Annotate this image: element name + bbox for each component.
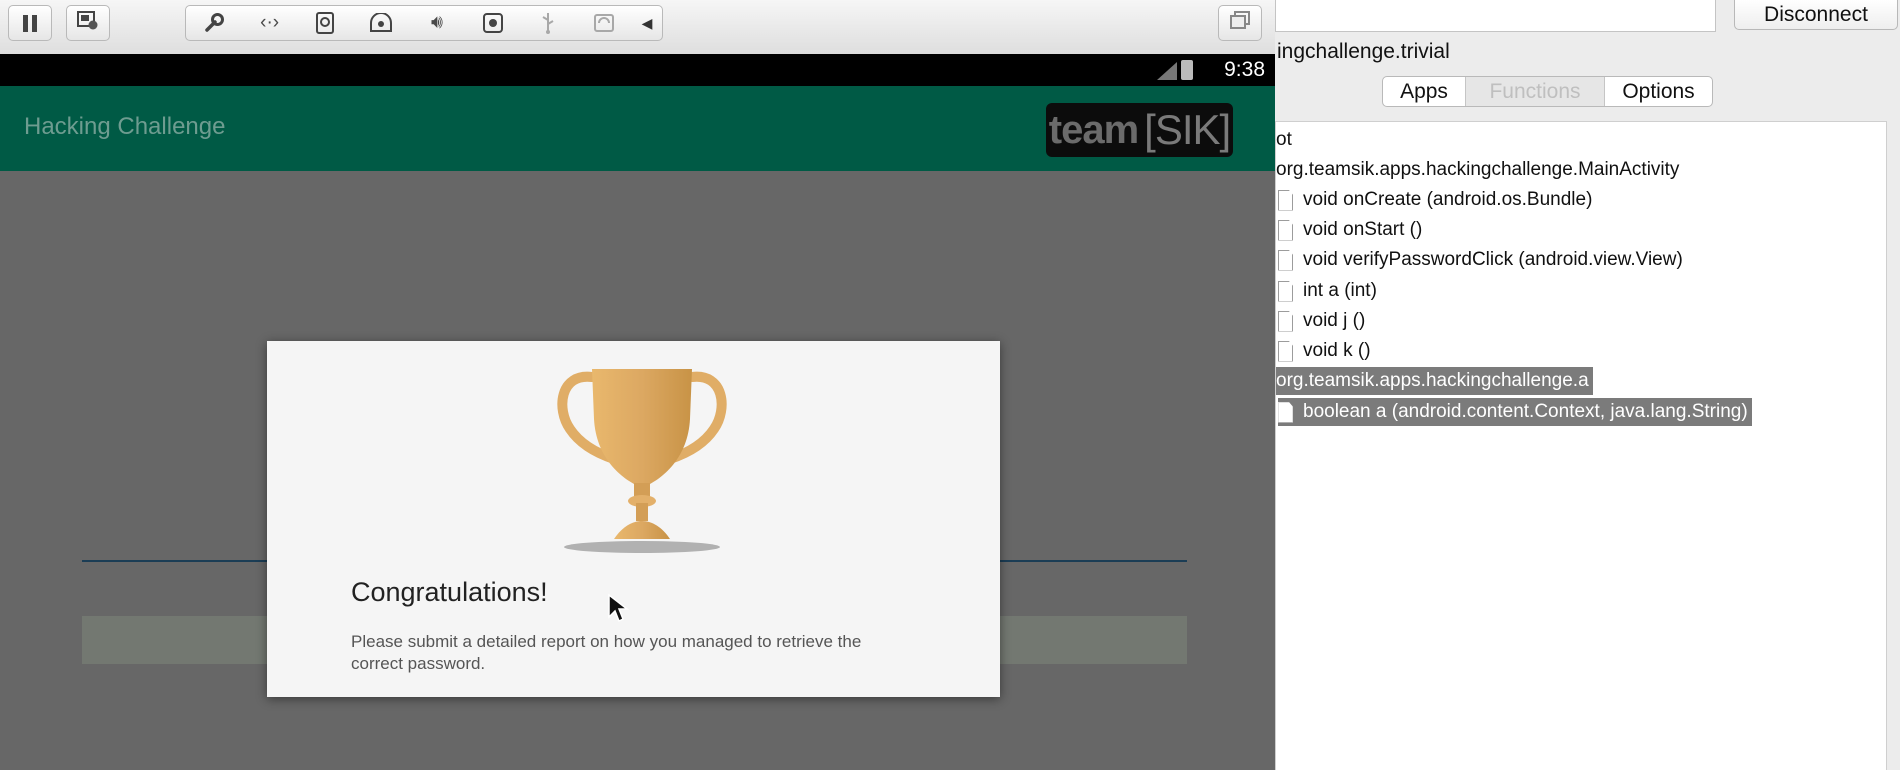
shared-folder-icon[interactable] [576, 6, 632, 40]
tree-method-label: void verifyPasswordClick (android.view.V… [1303, 249, 1683, 270]
usb-icon[interactable] [521, 6, 577, 40]
window-mode-button[interactable] [1218, 5, 1262, 41]
package-name-label: ingchallenge.trivial [1277, 40, 1450, 63]
device-toolbar-group: ‹·› 🔊︎ ◀ [185, 5, 663, 41]
tree-method[interactable]: void onCreate (android.os.Bundle) [1278, 186, 1592, 214]
pause-icon [23, 14, 37, 32]
tree-method[interactable]: int a (int) [1278, 277, 1377, 305]
tree-method-label: boolean a (android.content.Context, java… [1303, 401, 1748, 422]
tree-method[interactable]: void onStart () [1278, 216, 1422, 244]
logo-bracket: [SIK] [1144, 106, 1231, 153]
camera-icon[interactable] [465, 6, 521, 40]
disconnect-button[interactable]: Disconnect [1734, 0, 1898, 30]
snapshot-button[interactable] [66, 5, 110, 41]
function-tree: ot org.teamsik.apps.hackingchallenge.Mai… [1275, 121, 1887, 770]
tree-method-label: void k () [1303, 340, 1371, 361]
app-bar: Hacking Challenge team [SIK] [0, 86, 1275, 171]
signal-icon [1157, 62, 1177, 80]
file-icon [1278, 401, 1293, 423]
tree-root-label: ot [1276, 129, 1292, 150]
tree-method[interactable]: void verifyPasswordClick (android.view.V… [1278, 246, 1683, 274]
congratulations-dialog: Congratulations! Please submit a detaile… [267, 341, 1000, 697]
tab-options[interactable]: Options [1605, 77, 1712, 106]
android-screen: 9:38 Hacking Challenge team [SIK] Congra… [0, 54, 1275, 770]
logo-text: team [1048, 107, 1139, 152]
tree-class-mainactivity[interactable]: org.teamsik.apps.hackingchallenge.MainAc… [1276, 156, 1679, 184]
snapshot-icon [77, 10, 99, 36]
file-icon [1278, 189, 1293, 211]
battery-icon [1181, 60, 1193, 80]
hard-disk-icon[interactable] [298, 6, 354, 40]
tab-bar: Apps Functions Options [1382, 76, 1713, 107]
tree-method-label: void j () [1303, 310, 1366, 331]
emulator-toolbar: ‹·› 🔊︎ ◀ [0, 0, 1275, 55]
team-sik-logo: team [SIK] [1046, 103, 1233, 157]
app-title: Hacking Challenge [24, 113, 226, 140]
tab-apps[interactable]: Apps [1383, 77, 1466, 106]
file-icon [1278, 249, 1293, 271]
status-bar: 9:38 [0, 54, 1275, 86]
window-mode-icon [1229, 10, 1251, 36]
hooking-tool-panel: Disconnect ingchallenge.trivial Apps Fun… [1275, 0, 1900, 770]
file-icon [1278, 280, 1293, 302]
file-icon [1278, 310, 1293, 332]
status-clock: 9:38 [1224, 58, 1265, 81]
wrench-icon[interactable] [186, 6, 242, 40]
tree-method-label: int a (int) [1303, 280, 1377, 301]
tree-method-selected[interactable]: boolean a (android.content.Context, java… [1278, 398, 1752, 426]
file-icon [1278, 340, 1293, 362]
tree-root[interactable]: ot [1276, 126, 1292, 154]
mouse-cursor-icon [607, 593, 630, 623]
tree-method[interactable]: void j () [1278, 307, 1365, 335]
host-input[interactable] [1275, 0, 1716, 32]
tab-functions[interactable]: Functions [1466, 77, 1605, 106]
tree-class-label: org.teamsik.apps.hackingchallenge.a [1276, 370, 1589, 391]
tree-method-label: void onStart () [1303, 219, 1423, 240]
trophy-icon [552, 359, 732, 559]
pause-button[interactable] [8, 5, 52, 41]
dialog-message: Please submit a detailed report on how y… [351, 632, 862, 673]
tree-method-label: void onCreate (android.os.Bundle) [1303, 189, 1593, 210]
audio-icon[interactable]: 🔊︎ [409, 6, 465, 40]
file-icon [1278, 219, 1293, 241]
tree-class-a-selected[interactable]: org.teamsik.apps.hackingchallenge.a [1276, 367, 1593, 395]
tree-method[interactable]: void k () [1278, 337, 1371, 365]
tree-class-label: org.teamsik.apps.hackingchallenge.MainAc… [1276, 159, 1680, 180]
network-icon[interactable]: ‹·› [242, 6, 298, 40]
optical-drive-icon[interactable] [353, 6, 409, 40]
emulator-window: ‹·› 🔊︎ ◀ 9:38 Hacking Challenge team [SI… [0, 0, 1275, 770]
collapse-arrow-icon[interactable]: ◀ [632, 15, 662, 32]
dialog-title: Congratulations! [351, 577, 548, 607]
